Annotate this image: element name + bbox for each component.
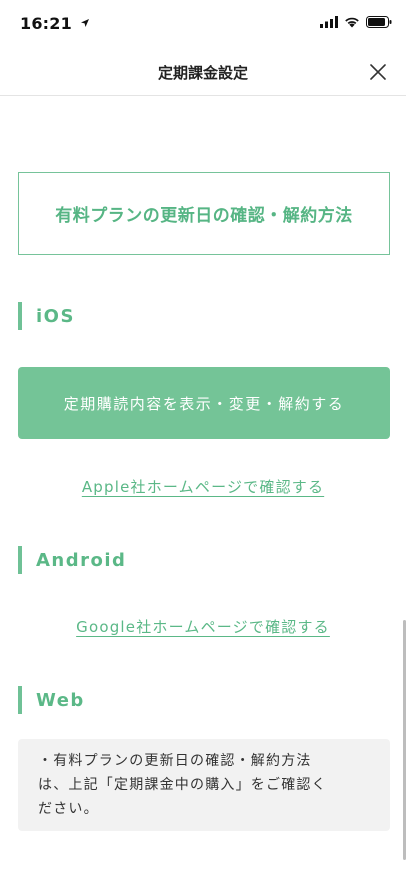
notice-line: ・有料プランの更新日の確認・解約方法 <box>38 753 312 769</box>
google-homepage-link[interactable]: Google社ホームページで確認する <box>0 616 406 637</box>
page-title: 定期課金設定 <box>157 64 248 82</box>
status-time: 16:21 <box>20 14 90 33</box>
clock-text: 16:21 <box>20 14 72 33</box>
section-heading-label: iOS <box>36 305 75 327</box>
section-heading-label: Android <box>36 549 127 571</box>
section-heading-label: Web <box>36 689 85 711</box>
location-arrow-icon <box>80 19 89 27</box>
plan-renewal-info-button[interactable]: 有料プランの更新日の確認・解約方法 <box>18 172 390 255</box>
manage-subscription-label: 定期購読内容を表示・変更・解約する <box>63 394 345 413</box>
battery-icon <box>366 16 392 28</box>
section-accent-bar <box>18 686 22 714</box>
status-icons <box>320 16 392 28</box>
close-icon <box>370 64 386 80</box>
section-heading-web: Web <box>18 686 85 714</box>
notice-line: は、上記「定期課金中の購入」をご確認く <box>38 777 327 793</box>
apple-homepage-link[interactable]: Apple社ホームページで確認する <box>0 476 406 497</box>
navigation-bar: 定期課金設定 <box>0 48 406 96</box>
close-button[interactable] <box>362 56 394 88</box>
manage-subscription-button[interactable]: 定期購読内容を表示・変更・解約する <box>18 367 390 439</box>
cellular-signal-icon <box>320 16 338 28</box>
plan-renewal-info-label: 有料プランの更新日の確認・解約方法 <box>55 206 353 226</box>
section-accent-bar <box>18 302 22 330</box>
wifi-icon <box>345 17 359 28</box>
notice-line: ださい。 <box>38 801 99 817</box>
section-heading-android: Android <box>18 546 126 574</box>
section-accent-bar <box>18 546 22 574</box>
section-heading-ios: iOS <box>18 302 75 330</box>
web-notice-box: ・有料プランの更新日の確認・解約方法 は、上記「定期課金中の購入」をご確認く だ… <box>18 739 390 831</box>
status-bar: 16:21 <box>0 0 406 48</box>
